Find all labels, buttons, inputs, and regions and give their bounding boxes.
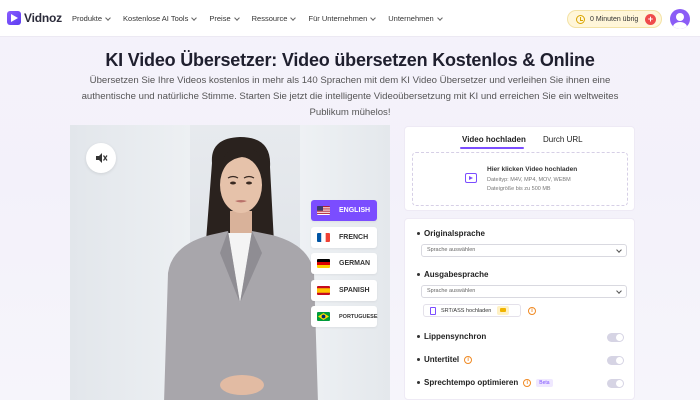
- chevron-down-icon: [290, 14, 297, 21]
- minutes-label: 0 Minuten übrig: [590, 15, 639, 23]
- tab-by-url[interactable]: Durch URL: [543, 135, 583, 144]
- menu-label: Ressource: [251, 14, 288, 23]
- vidnoz-logo-icon: [7, 11, 21, 25]
- video-dropzone[interactable]: Hier klicken Video hochladen Dateityp: M…: [412, 152, 628, 206]
- premium-crown-icon: [497, 306, 510, 315]
- select-placeholder: Sprache auswählen: [427, 247, 476, 253]
- bullet-icon: [417, 335, 420, 338]
- subtitle-toggle[interactable]: [607, 356, 624, 365]
- chevron-down-icon: [616, 288, 622, 294]
- label-text: Sprechtempo optimieren: [424, 378, 519, 387]
- clock-icon: [576, 14, 585, 24]
- original-language-label: Originalsprache: [417, 229, 485, 238]
- language-option-english[interactable]: ENGLISH: [311, 200, 377, 221]
- upload-card: Video hochladen Durch URL Hier klicken V…: [404, 126, 635, 211]
- lipsync-toggle[interactable]: [607, 333, 624, 342]
- info-icon[interactable]: i: [523, 378, 532, 387]
- language-option-spanish[interactable]: SPANISH: [311, 279, 377, 301]
- video-preview[interactable]: ENGLISH FRENCH GERMAN SPANISH PORTUGUESE: [70, 125, 390, 400]
- bullet-icon: [417, 358, 420, 361]
- vidnoz-logo[interactable]: Vidnoz: [7, 11, 62, 25]
- label-text: Lippensynchron: [424, 332, 487, 341]
- upload-tabs: Video hochladen Durch URL: [405, 127, 636, 149]
- tab-video-upload[interactable]: Video hochladen: [462, 135, 526, 144]
- mute-button[interactable]: [86, 143, 116, 173]
- logo-text: Vidnoz: [24, 11, 62, 25]
- active-tab-indicator: [460, 147, 524, 149]
- user-avatar[interactable]: [670, 9, 690, 29]
- us-flag-icon: [317, 206, 330, 215]
- bullet-icon: [417, 232, 420, 235]
- label-text: Untertitel: [424, 355, 460, 364]
- speed-optimize-toggle[interactable]: [607, 379, 624, 388]
- menu-label: Produkte: [72, 14, 103, 23]
- chevron-down-icon: [191, 14, 198, 21]
- info-icon[interactable]: i: [528, 307, 536, 315]
- language-option-german[interactable]: GERMAN: [311, 253, 377, 274]
- presenter-avatar-image: [164, 137, 318, 400]
- menu-item-preise[interactable]: Preise: [209, 14, 240, 23]
- chevron-down-icon: [370, 14, 377, 21]
- menu-label: Unternehmen: [388, 14, 434, 23]
- main-menu: Produkte Kostenlose AI Tools Preise Ress…: [72, 0, 455, 37]
- chevron-down-icon: [233, 14, 240, 21]
- chevron-down-icon: [436, 14, 443, 21]
- page-subtitle: Übersetzen Sie Ihre Videos kostenlos in …: [81, 75, 619, 118]
- menu-item-fuer-unternehmen[interactable]: Für Unternehmen: [308, 14, 377, 23]
- menu-item-ressource[interactable]: Ressource: [251, 14, 297, 23]
- speed-optimize-label: Sprechtempo optimieren i Beta: [417, 378, 553, 387]
- srt-label: SRT/ASS hochladen: [441, 307, 492, 314]
- menu-item-unternehmen[interactable]: Unternehmen: [388, 14, 443, 23]
- menu-item-produkte[interactable]: Produkte: [72, 14, 111, 23]
- dropzone-title: Hier klicken Video hochladen: [487, 166, 578, 173]
- output-language-select[interactable]: Sprache auswählen: [421, 285, 627, 298]
- document-icon: [430, 306, 436, 315]
- language-label: GERMAN: [339, 260, 371, 267]
- bullet-icon: [417, 273, 420, 276]
- brazil-flag-icon: [317, 312, 330, 321]
- language-label: ENGLISH: [339, 207, 371, 214]
- menu-label: Für Unternehmen: [308, 14, 368, 23]
- dropzone-file-size: Dateigröße bis zu 500 MB: [487, 186, 551, 192]
- chevron-down-icon: [616, 247, 622, 253]
- language-label: FRENCH: [339, 233, 369, 241]
- menu-label: Preise: [209, 14, 231, 23]
- srt-ass-upload-button[interactable]: SRT/ASS hochladen: [423, 304, 521, 317]
- label-text: Originalsprache: [424, 229, 485, 238]
- page-title: KI Video Übersetzer: Video übersetzen Ko…: [105, 50, 595, 70]
- language-switcher: ENGLISH FRENCH GERMAN SPANISH PORTUGUESE: [311, 200, 378, 333]
- language-option-french[interactable]: FRENCH: [311, 226, 377, 248]
- minutes-remaining-button[interactable]: 0 Minuten übrig +: [567, 10, 662, 28]
- translation-settings: Originalsprache Sprache auswählen Ausgab…: [404, 218, 635, 400]
- dropzone-file-types: Dateityp: M4V, MP4, MOV, WEBM: [487, 177, 571, 183]
- beta-badge: Beta: [536, 378, 553, 387]
- bullet-icon: [417, 381, 420, 384]
- output-language-label: Ausgabesprache: [417, 270, 488, 279]
- select-placeholder: Sprache auswählen: [427, 288, 476, 294]
- subtitle-label: Untertitel i: [417, 355, 473, 364]
- video-upload-icon: [465, 173, 477, 183]
- spain-flag-icon: [317, 285, 330, 295]
- speaker-muted-icon: [96, 153, 108, 163]
- label-text: Ausgabesprache: [424, 270, 489, 279]
- info-icon[interactable]: i: [464, 355, 473, 364]
- menu-item-ai-tools[interactable]: Kostenlose AI Tools: [123, 14, 198, 23]
- france-flag-icon: [317, 232, 330, 242]
- chevron-down-icon: [105, 14, 111, 21]
- original-language-select[interactable]: Sprache auswählen: [421, 244, 627, 257]
- top-navigation: Vidnoz Produkte Kostenlose AI Tools Prei…: [0, 0, 700, 37]
- germany-flag-icon: [317, 259, 330, 268]
- language-label: SPANISH: [339, 286, 370, 294]
- menu-label: Kostenlose AI Tools: [123, 14, 189, 23]
- lipsync-label: Lippensynchron: [417, 332, 486, 341]
- add-minutes-icon[interactable]: +: [645, 14, 656, 25]
- language-label: PORTUGUESE: [339, 313, 378, 320]
- language-option-portuguese[interactable]: PORTUGUESE: [311, 306, 378, 327]
